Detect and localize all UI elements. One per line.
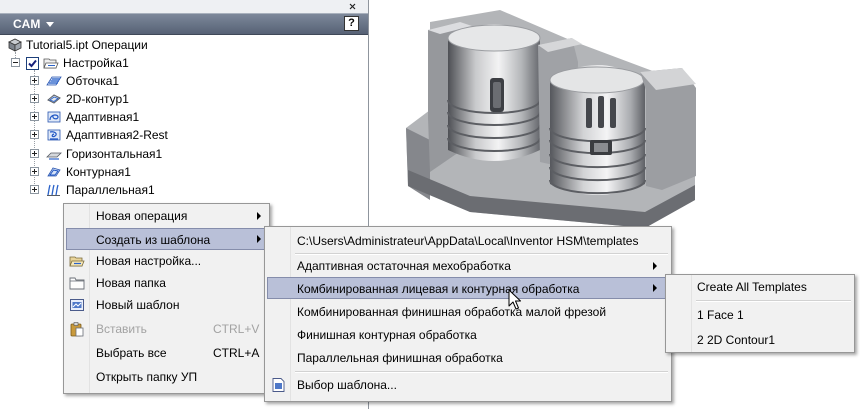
submenu-arrow-icon bbox=[653, 284, 657, 292]
tree-operation-label: 2D-контур1 bbox=[66, 92, 129, 106]
menu-item-create-all-templates[interactable]: Create All Templates bbox=[668, 276, 852, 298]
menu-item-shortcut: CTRL+A bbox=[213, 346, 260, 360]
submenu-arrow-icon bbox=[653, 262, 657, 270]
menu-item-label: Параллельная финишная обработка bbox=[297, 351, 503, 365]
menu-item-label: Адаптивная остаточная мехобработка bbox=[297, 259, 511, 273]
setup-icon bbox=[43, 55, 59, 71]
adaptive-operation-icon bbox=[46, 109, 62, 125]
part-document-icon bbox=[7, 37, 23, 53]
mouse-cursor-icon bbox=[508, 289, 521, 310]
templates-folder-path: C:\Users\Administrateur\AppData\Local\In… bbox=[297, 234, 639, 248]
menu-item-open-nc-folder[interactable]: Открыть папку УП bbox=[66, 366, 267, 388]
menu-item-label: Создать из шаблона bbox=[96, 233, 211, 247]
menu-item-shortcut: CTRL+V bbox=[213, 322, 260, 336]
parallel-operation-icon bbox=[46, 182, 62, 198]
tree-operation-label: Адаптивная2-Rest bbox=[66, 128, 168, 142]
menu-item-label: Вставить bbox=[96, 322, 147, 336]
menu-item-label: Открыть папку УП bbox=[96, 370, 198, 384]
menu-item-template[interactable]: Параллельная финишная обработка bbox=[267, 347, 669, 369]
chevron-down-icon[interactable] bbox=[46, 22, 54, 27]
expand-toggle[interactable] bbox=[30, 76, 39, 85]
menu-item-label: Новая настройка... bbox=[96, 254, 202, 268]
tree-setup-label: Настройка1 bbox=[63, 56, 129, 70]
menu-item-new-template[interactable]: Новый шаблон bbox=[66, 294, 267, 316]
menu-item-label: Финишная контурная обработка bbox=[297, 328, 477, 342]
tree-operation-label: Горизонтальная1 bbox=[66, 147, 163, 161]
tree-item-operation[interactable]: Параллельная1 bbox=[0, 181, 368, 199]
menu-item-label: Комбинированная финишная обработка малой… bbox=[297, 305, 607, 319]
facing-operation-icon bbox=[46, 73, 62, 89]
expand-toggle[interactable] bbox=[30, 130, 39, 139]
tree-item-operation[interactable]: Контурная1 bbox=[0, 163, 368, 181]
menu-item-label: Выбрать все bbox=[96, 346, 167, 360]
new-setup-icon bbox=[69, 253, 85, 269]
template-items-submenu: Create All Templates 1 Face 1 2 2D Conto… bbox=[665, 274, 855, 353]
menu-item-template-entry[interactable]: 2 2D Contour1 bbox=[668, 329, 852, 351]
contour-operation-icon bbox=[46, 164, 62, 180]
menu-separator bbox=[696, 300, 851, 302]
expand-toggle[interactable] bbox=[30, 112, 39, 121]
menu-item-new-operation[interactable]: Новая операция bbox=[66, 205, 267, 227]
paste-icon bbox=[69, 321, 85, 337]
tree-item-setup[interactable]: Настройка1 bbox=[0, 54, 368, 72]
menu-item-label: Новая операция bbox=[96, 209, 188, 223]
expand-toggle[interactable] bbox=[30, 94, 39, 103]
menu-item-template[interactable]: Финишная контурная обработка bbox=[267, 324, 669, 346]
tree-item-operation[interactable]: Адаптивная1 bbox=[0, 108, 368, 126]
submenu-arrow-icon bbox=[257, 212, 261, 220]
browse-template-icon bbox=[271, 377, 287, 393]
setup-checkbox[interactable] bbox=[26, 57, 39, 70]
help-icon[interactable]: ? bbox=[344, 16, 359, 31]
horizontal-operation-icon bbox=[46, 146, 62, 162]
menu-separator bbox=[295, 371, 668, 373]
menu-item-label: 2 2D Contour1 bbox=[697, 333, 776, 347]
tree-root-label: Tutorial5.ipt Операции bbox=[26, 38, 148, 52]
tree-operation-label: Параллельная1 bbox=[66, 183, 155, 197]
menu-item-label: Выбор шаблона... bbox=[297, 378, 397, 392]
tree-operation-label: Адаптивная1 bbox=[66, 110, 140, 124]
new-folder-icon bbox=[69, 275, 85, 291]
panel-title: CAM bbox=[13, 17, 41, 31]
menu-item-label: 1 Face 1 bbox=[697, 308, 744, 322]
tree-operation-label: Контурная1 bbox=[66, 165, 131, 179]
template-submenu: C:\Users\Administrateur\AppData\Local\In… bbox=[264, 226, 672, 402]
menu-item-template-group[interactable]: Комбинированная лицевая и контурная обра… bbox=[267, 277, 669, 299]
panel-title-bar[interactable]: CAM bbox=[0, 13, 368, 35]
tree-root-item[interactable]: Tutorial5.ipt Операции bbox=[0, 36, 368, 54]
menu-item-new-setup[interactable]: Новая настройка... bbox=[66, 250, 267, 272]
expand-toggle[interactable] bbox=[30, 167, 39, 176]
menu-item-select-all[interactable]: Выбрать все CTRL+A bbox=[66, 342, 267, 364]
menu-item-template-group[interactable]: Адаптивная остаточная мехобработка bbox=[267, 255, 669, 277]
menu-item-label: Новый шаблон bbox=[96, 298, 180, 312]
close-icon[interactable] bbox=[347, 1, 358, 12]
submenu-arrow-icon bbox=[257, 235, 261, 243]
menu-item-label: Create All Templates bbox=[697, 280, 807, 294]
menu-item-template-entry[interactable]: 1 Face 1 bbox=[668, 304, 852, 326]
adaptive-rest-operation-icon bbox=[46, 127, 62, 143]
menu-item-browse-template[interactable]: Выбор шаблона... bbox=[267, 374, 669, 396]
panel-top-strip bbox=[0, 0, 368, 13]
machined-part-model bbox=[406, 10, 696, 228]
tree-item-operation[interactable]: Горизонтальная1 bbox=[0, 145, 368, 163]
expand-toggle[interactable] bbox=[30, 149, 39, 158]
contour-2d-operation-icon bbox=[46, 91, 62, 107]
tree-item-operation[interactable]: Адаптивная2-Rest bbox=[0, 126, 368, 144]
context-menu: Новая операция Создать из шаблона Новая … bbox=[63, 203, 270, 394]
menu-item-label: Новая папка bbox=[96, 276, 166, 290]
tree-item-operation[interactable]: Обточка1 bbox=[0, 72, 368, 90]
menu-item-templates-folder-path[interactable]: C:\Users\Administrateur\AppData\Local\In… bbox=[267, 230, 669, 252]
menu-item-new-folder[interactable]: Новая папка bbox=[66, 272, 267, 294]
collapse-toggle[interactable] bbox=[11, 58, 20, 67]
tree-item-operation[interactable]: 2D-контур1 bbox=[0, 90, 368, 108]
expand-toggle[interactable] bbox=[30, 185, 39, 194]
tree-operation-label: Обточка1 bbox=[66, 74, 120, 88]
menu-item-label: Комбинированная лицевая и контурная обра… bbox=[297, 282, 580, 296]
menu-item-paste: Вставить CTRL+V bbox=[66, 318, 267, 340]
menu-item-template[interactable]: Комбинированная финишная обработка малой… bbox=[267, 301, 669, 323]
new-template-icon bbox=[69, 297, 85, 313]
menu-item-create-from-template[interactable]: Создать из шаблона bbox=[66, 228, 267, 250]
